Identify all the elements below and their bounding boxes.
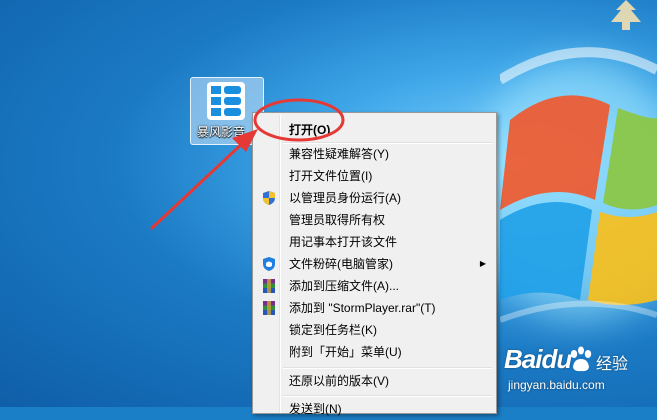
menu-item-label: 添加到压缩文件(A)...: [289, 279, 399, 293]
menu-separator: [283, 367, 492, 369]
stormplayer-app-icon: [207, 82, 245, 120]
menu-item-pin-to-taskbar[interactable]: 锁定到任务栏(K): [255, 319, 494, 341]
menu-item-add-to-stormplayer-rar[interactable]: 添加到 "StormPlayer.rar"(T): [255, 297, 494, 319]
uac-shield-icon: [263, 191, 275, 205]
submenu-arrow-icon: ▶: [479, 259, 486, 268]
baidu-paw-icon: [570, 346, 592, 372]
tree-silhouette-icon: [611, 0, 641, 30]
menu-item-send-to[interactable]: 发送到(N): [255, 398, 494, 420]
menu-item-label: 打开(O): [289, 123, 331, 137]
menu-item-open[interactable]: 打开(O): [255, 119, 494, 141]
context-menu: 打开(O) 兼容性疑难解答(Y) 打开文件位置(I) 以管理员身份运行(A) 管…: [252, 112, 497, 416]
menu-item-label: 打开文件位置(I): [289, 169, 373, 183]
menu-item-take-ownership[interactable]: 管理员取得所有权: [255, 209, 494, 231]
menu-item-open-file-location[interactable]: 打开文件位置(I): [255, 165, 494, 187]
menu-item-label: 锁定到任务栏(K): [289, 323, 377, 337]
menu-item-label: 管理员取得所有权: [289, 213, 386, 227]
winrar-icon: [263, 279, 275, 293]
menu-item-run-as-admin[interactable]: 以管理员身份运行(A): [255, 187, 494, 209]
menu-item-label: 用记事本打开该文件: [289, 235, 398, 249]
menu-item-pin-to-start-menu[interactable]: 附到「开始」菜单(U): [255, 341, 494, 363]
watermark-brand: Baidu: [504, 344, 572, 374]
menu-item-label: 以管理员身份运行(A): [289, 191, 401, 205]
windows-logo-icon: [500, 47, 657, 323]
watermark-product: 经验: [596, 356, 629, 373]
winrar-icon: [263, 301, 275, 315]
menu-separator: [283, 395, 492, 397]
menu-item-compat-troubleshoot[interactable]: 兼容性疑难解答(Y): [255, 143, 494, 165]
watermark-url: jingyan.baidu.com: [508, 378, 605, 392]
menu-item-label: 发送到(N): [289, 402, 342, 416]
baidu-jingyan-watermark: Baidu 经验 jingyan.baidu.com: [504, 344, 654, 404]
menu-item-label: 附到「开始」菜单(U): [289, 345, 402, 359]
menu-item-add-to-archive[interactable]: 添加到压缩文件(A)...: [255, 275, 494, 297]
menu-item-label: 还原以前的版本(V): [289, 374, 389, 388]
menu-item-restore-previous-versions[interactable]: 还原以前的版本(V): [255, 370, 494, 392]
menu-item-label: 文件粉碎(电脑管家): [289, 257, 393, 271]
menu-item-label: 添加到 "StormPlayer.rar"(T): [289, 301, 436, 315]
menu-item-file-shredder[interactable]: 文件粉碎(电脑管家) ▶: [255, 253, 494, 275]
menu-item-label: 兼容性疑难解答(Y): [289, 147, 389, 161]
pc-manager-shield-icon: [263, 257, 275, 271]
menu-item-open-with-notepad[interactable]: 用记事本打开该文件: [255, 231, 494, 253]
